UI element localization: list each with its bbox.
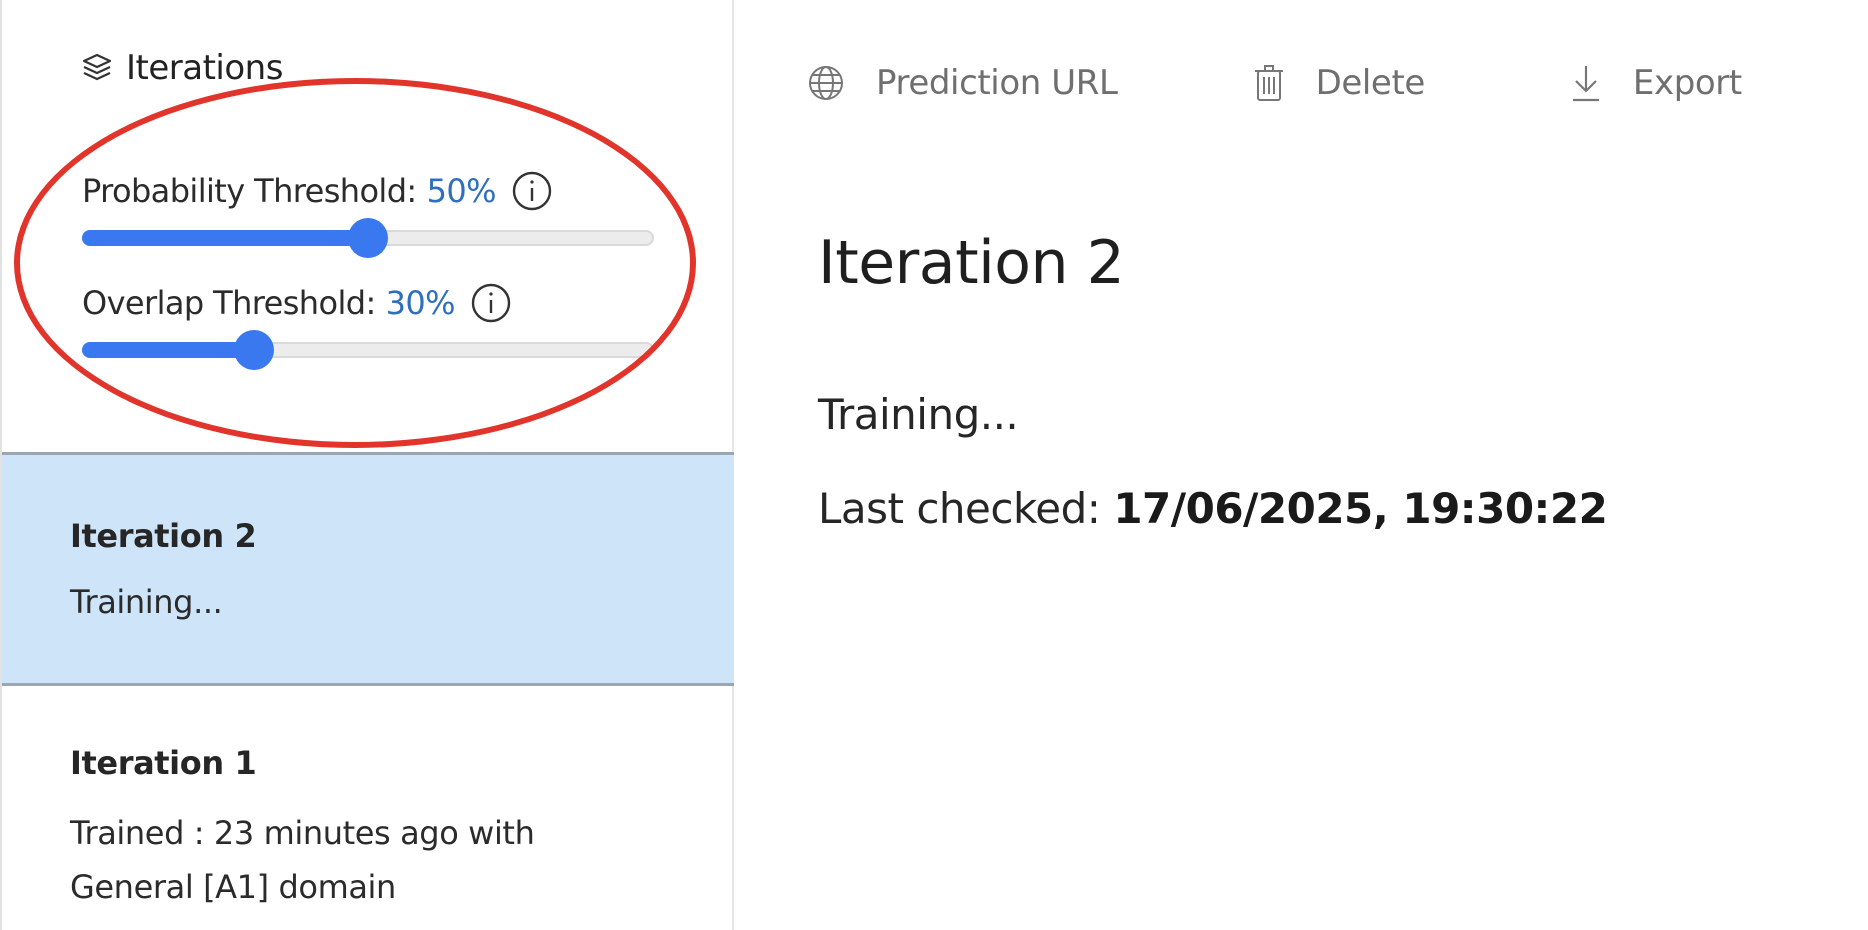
iteration-name: Iteration 2 [70,517,257,555]
overlap-threshold-slider[interactable] [82,330,654,370]
overlap-threshold-label-row: Overlap Threshold: 30% [82,280,654,326]
layers-icon [80,51,114,85]
list-item[interactable]: Iteration 1 Trained : 23 minutes ago wit… [2,686,734,914]
iteration-status: Training... [70,583,223,621]
probability-threshold-control: Probability Threshold: 50% [82,168,654,258]
probability-threshold-value: 50% [426,172,497,210]
overlap-threshold-label: Overlap Threshold: [82,284,376,322]
probability-threshold-label: Probability Threshold: [82,172,417,210]
last-checked: Last checked: 17/06/2025, 19:30:22 [818,484,1608,533]
last-checked-label: Last checked: [818,484,1114,533]
toolbar: Prediction URL Delete Export [806,56,1742,110]
globe-icon [806,63,846,103]
iteration-list: Iteration 2 Training... Iteration 1 Trai… [2,452,734,914]
iteration-status: Trained : 23 minutes ago with General [A… [70,814,535,906]
sidebar-header: Iterations [80,48,283,88]
delete-button[interactable]: Delete [1252,63,1425,103]
download-icon [1569,63,1603,103]
overlap-threshold-value: 30% [385,284,456,322]
info-icon[interactable] [510,169,554,213]
app-root: Iterations Probability Threshold: 50% Ov… [0,0,1868,930]
slider-fill [82,342,254,358]
training-status: Training... [818,390,1019,439]
info-icon[interactable] [469,281,513,325]
export-button[interactable]: Export [1569,63,1742,103]
prediction-url-button[interactable]: Prediction URL [806,63,1118,103]
delete-label: Delete [1315,63,1426,103]
iteration-detail-panel: Prediction URL Delete Export Iteration 2… [734,0,1868,930]
slider-fill [82,230,368,246]
overlap-threshold-control: Overlap Threshold: 30% [82,280,654,370]
probability-threshold-slider[interactable] [82,218,654,258]
slider-thumb[interactable] [348,218,388,258]
sidebar-title: Iterations [126,48,283,88]
probability-threshold-label-row: Probability Threshold: 50% [82,168,654,214]
list-item[interactable]: Iteration 2 Training... [2,452,734,686]
export-label: Export [1632,63,1742,103]
page-title: Iteration 2 [818,228,1125,298]
prediction-url-label: Prediction URL [876,63,1118,103]
trash-icon [1252,63,1286,103]
iteration-name: Iteration 1 [70,744,257,782]
slider-thumb[interactable] [233,330,274,370]
last-checked-timestamp: 17/06/2025, 19:30:22 [1113,484,1608,533]
iterations-sidebar: Iterations Probability Threshold: 50% Ov… [0,0,734,930]
annotation-ellipse [14,78,696,448]
